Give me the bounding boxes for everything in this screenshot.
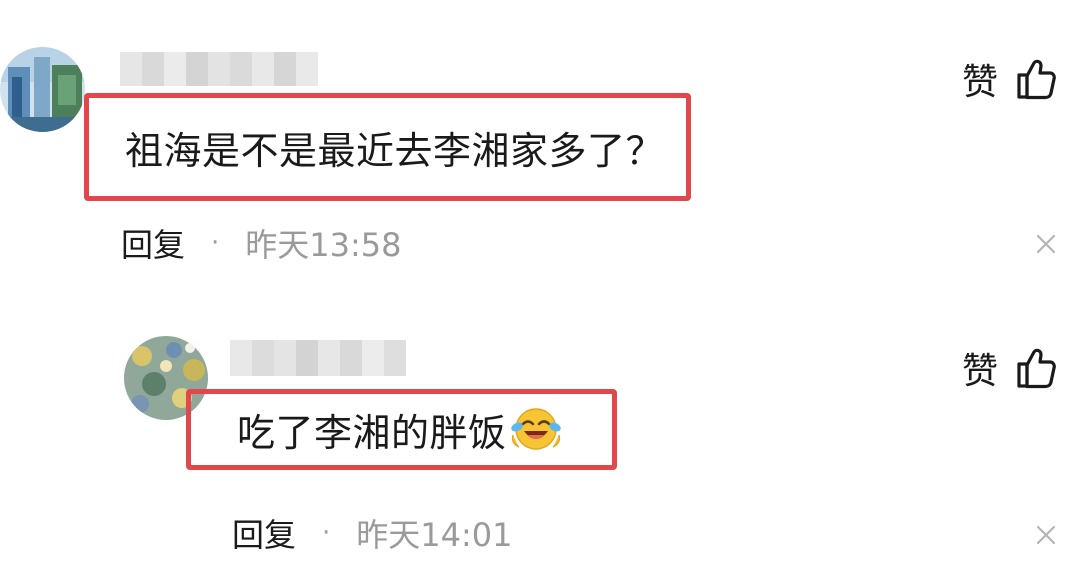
thumbs-up-icon [1017, 59, 1056, 100]
comment-meta: 回复 · 昨天13:58 [121, 220, 402, 266]
reply-button[interactable]: 回复 [121, 220, 185, 266]
like-label: 赞 [962, 62, 999, 103]
timestamp: 昨天14:01 [356, 516, 513, 554]
thumbs-up-icon [1017, 348, 1056, 389]
like-button[interactable]: 赞 [962, 342, 1056, 394]
comment-meta: 回复 · 昨天14:01 [232, 510, 513, 556]
laughing-emoji-icon [510, 405, 561, 455]
timestamp: 昨天13:58 [245, 226, 402, 264]
avatar[interactable] [0, 47, 85, 132]
highlight-box: 吃了李湘的胖饭 [186, 389, 617, 470]
comment-text: 吃了李湘的胖饭 [237, 411, 507, 455]
reply-button[interactable]: 回复 [232, 510, 296, 556]
separator-dot: · [322, 518, 331, 548]
highlight-box: 祖海是不是最近去李湘家多了？ [84, 93, 691, 201]
like-button[interactable]: 赞 [962, 53, 1056, 105]
username-blurred[interactable] [230, 340, 406, 376]
close-icon[interactable] [1036, 234, 1056, 254]
username-blurred[interactable] [120, 52, 318, 86]
close-icon[interactable] [1036, 525, 1056, 545]
comment-text: 祖海是不是最近去李湘家多了？ [125, 128, 665, 173]
like-label: 赞 [962, 351, 999, 392]
separator-dot: · [211, 228, 220, 258]
